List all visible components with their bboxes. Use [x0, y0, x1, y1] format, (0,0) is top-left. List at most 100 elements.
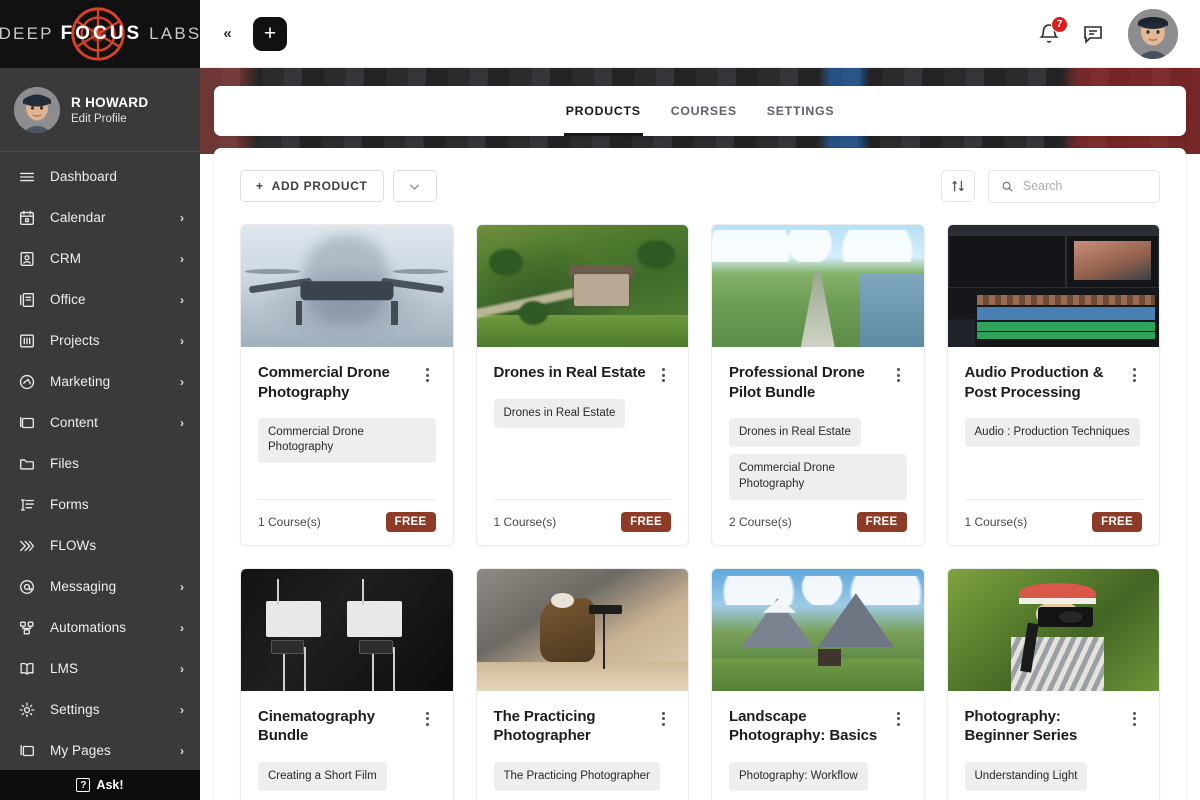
product-menu-button[interactable]	[891, 707, 907, 726]
card-header: Professional Drone Pilot Bundle	[729, 363, 907, 402]
sidebar-item-label: Marketing	[50, 374, 166, 389]
pages-icon	[17, 741, 36, 760]
sidebar-item-messaging[interactable]: Messaging›	[0, 566, 200, 607]
chevron-right-icon: ›	[180, 416, 184, 430]
product-card[interactable]: The Practicing PhotographerThe Practicin…	[476, 568, 690, 800]
forms-icon	[17, 495, 36, 514]
product-menu-button[interactable]	[655, 363, 671, 382]
chevron-right-icon: ›	[180, 211, 184, 225]
brand-post: LABS	[149, 24, 201, 44]
course-count: 2 Course(s)	[729, 515, 792, 529]
user-avatar-image	[1128, 9, 1178, 59]
sidebar-item-forms[interactable]: Forms	[0, 484, 200, 525]
marketing-icon	[17, 372, 36, 391]
tab-courses[interactable]: COURSES	[669, 86, 739, 136]
product-card[interactable]: Photography: Beginner SeriesUnderstandin…	[947, 568, 1161, 800]
calendar-icon	[17, 208, 36, 227]
course-tags: Drones in Real EstateCommercial Drone Ph…	[729, 418, 907, 499]
sidebar-item-calendar[interactable]: Calendar ›	[0, 197, 200, 238]
sidebar-item-settings[interactable]: Settings›	[0, 689, 200, 730]
product-thumbnail	[241, 569, 453, 691]
notifications-button[interactable]: 7	[1036, 21, 1062, 47]
card-body: Audio Production & Post ProcessingAudio …	[948, 347, 1160, 545]
ask-label: Ask!	[96, 778, 123, 792]
sidebar-item-label: LMS	[50, 661, 166, 676]
sidebar-item-lms[interactable]: LMS›	[0, 648, 200, 689]
product-menu-button[interactable]	[1126, 707, 1142, 726]
sidebar-item-files[interactable]: Files	[0, 443, 200, 484]
crm-icon	[17, 249, 36, 268]
sidebar-profile[interactable]: R HOWARD Edit Profile	[0, 68, 200, 152]
sort-button[interactable]	[941, 170, 975, 202]
sidebar-item-label: FLOWs	[50, 538, 184, 553]
course-tag: Commercial Drone Photography	[258, 418, 436, 463]
course-tags: Drones in Real Estate	[494, 399, 672, 428]
card-header: The Practicing Photographer	[494, 707, 672, 746]
product-thumbnail	[948, 569, 1160, 691]
product-title: Cinematography Bundle	[258, 707, 412, 746]
sidebar-item-label: Settings	[50, 702, 166, 717]
sidebar-item-label: Office	[50, 292, 166, 307]
quick-add-button[interactable]: +	[253, 17, 287, 51]
course-tags: Creating a Short Film	[258, 762, 436, 791]
products-grid: Commercial Drone PhotographyCommercial D…	[214, 224, 1186, 800]
search-input[interactable]	[1023, 179, 1147, 193]
sidebar-item-flows[interactable]: FLOWs	[0, 525, 200, 566]
product-card[interactable]: Professional Drone Pilot Bundle Drones in…	[711, 224, 925, 546]
course-tag: Photography: Workflow	[729, 762, 868, 791]
product-card[interactable]: Cinematography Bundle Creating a Short Fi…	[240, 568, 454, 800]
course-tags: Photography: Workflow	[729, 762, 907, 791]
product-card[interactable]: Landscape Photography: Basics Photography…	[711, 568, 925, 800]
sidebar-item-label: Forms	[50, 497, 184, 512]
sidebar-item-label: Files	[50, 456, 184, 471]
add-product-dropdown-button[interactable]	[393, 170, 437, 202]
product-thumbnail	[241, 225, 453, 347]
card-footer: 2 Course(s)FREE	[729, 499, 907, 545]
collapse-sidebar-button[interactable]: «	[214, 21, 240, 47]
add-product-label: ADD PRODUCT	[272, 179, 368, 193]
toolbar-right	[941, 170, 1160, 203]
ask-button[interactable]: ? Ask!	[0, 770, 200, 800]
product-thumbnail	[948, 225, 1160, 347]
messages-button[interactable]	[1080, 21, 1106, 47]
at-icon	[17, 577, 36, 596]
profile-name: R HOWARD	[71, 95, 148, 110]
product-menu-button[interactable]	[420, 707, 436, 726]
card-footer: 1 Course(s)FREE	[494, 499, 672, 545]
notification-badge: 7	[1051, 16, 1068, 33]
sidebar-item-crm[interactable]: CRM ›	[0, 238, 200, 279]
product-title: Audio Production & Post Processing	[965, 363, 1119, 402]
sidebar-item-office[interactable]: Office›	[0, 279, 200, 320]
product-title: Landscape Photography: Basics	[729, 707, 883, 746]
tab-products[interactable]: PRODUCTS	[564, 86, 643, 136]
sidebar-item-label: Calendar	[50, 210, 166, 225]
chevron-right-icon: ›	[180, 252, 184, 266]
projects-icon	[17, 331, 36, 350]
sidebar-item-automations[interactable]: Automations›	[0, 607, 200, 648]
products-toolbar: + ADD PRODUCT	[214, 148, 1186, 224]
topbar: « + 7	[200, 0, 1200, 68]
sidebar-item-my-pages[interactable]: My Pages›	[0, 730, 200, 771]
product-menu-button[interactable]	[1126, 363, 1142, 382]
products-panel: + ADD PRODUCT	[214, 148, 1186, 800]
product-menu-button[interactable]	[655, 707, 671, 726]
sidebar-item-marketing[interactable]: Marketing›	[0, 361, 200, 402]
edit-profile-link[interactable]: Edit Profile	[71, 113, 148, 125]
sidebar-item-projects[interactable]: Projects›	[0, 320, 200, 361]
product-card[interactable]: Drones in Real EstateDrones in Real Esta…	[476, 224, 690, 546]
product-card[interactable]: Audio Production & Post ProcessingAudio …	[947, 224, 1161, 546]
book-icon	[17, 659, 36, 678]
sidebar-item-dashboard[interactable]: Dashboard	[0, 156, 200, 197]
brand-logo[interactable]: DEEP FOCUS LABS	[0, 0, 200, 68]
sidebar-item-label: CRM	[50, 251, 166, 266]
product-thumbnail	[712, 225, 924, 347]
product-menu-button[interactable]	[891, 363, 907, 382]
search-box[interactable]	[988, 170, 1160, 203]
tab-settings[interactable]: SETTINGS	[765, 86, 837, 136]
app-root: DEEP FOCUS LABS R HOWARD	[0, 0, 1200, 800]
product-menu-button[interactable]	[420, 363, 436, 382]
sidebar-item-content[interactable]: Content›	[0, 402, 200, 443]
add-product-button[interactable]: + ADD PRODUCT	[240, 170, 384, 202]
user-avatar-button[interactable]	[1128, 9, 1178, 59]
product-card[interactable]: Commercial Drone PhotographyCommercial D…	[240, 224, 454, 546]
